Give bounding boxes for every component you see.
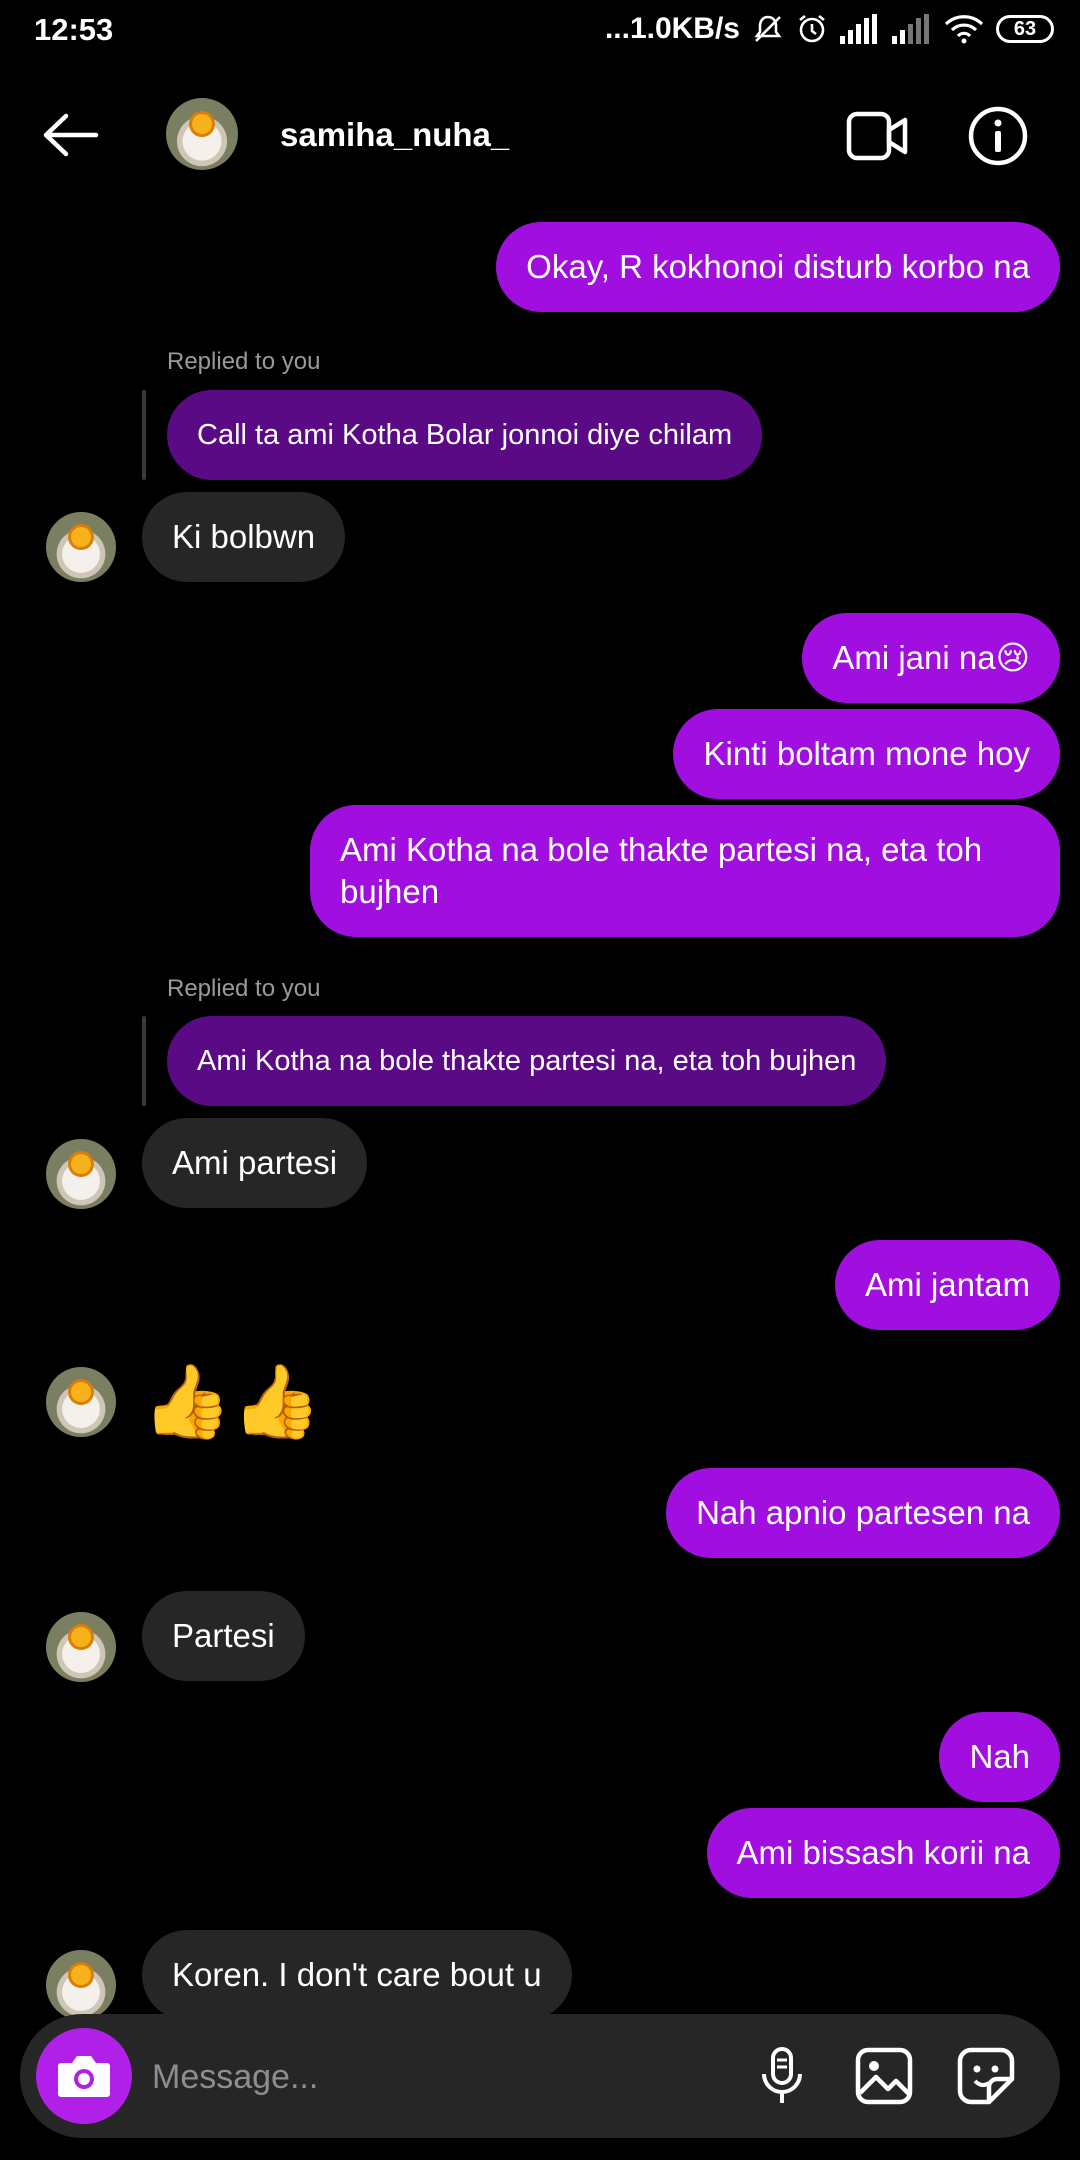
incoming-message[interactable]: Ki bolbwn [142,492,346,582]
outgoing-message[interactable]: Nah [939,1712,1060,1802]
reply-quote-bar [142,390,146,480]
incoming-message[interactable]: Koren. I don't care bout u [142,1930,572,2020]
sender-avatar[interactable] [46,1367,116,1437]
info-button[interactable] [966,104,1030,168]
video-call-button[interactable] [846,108,910,164]
message-line: Ami Kotha na bole thakte partesi na, eta… [340,831,983,868]
status-time: 12:53 [34,12,114,47]
alarm-icon [796,13,828,45]
outgoing-message[interactable]: Ami jani na😢 [802,613,1060,703]
incoming-message[interactable]: Partesi [142,1591,305,1681]
back-arrow-icon [43,113,99,157]
mute-icon [752,13,784,45]
sender-avatar[interactable] [46,512,116,582]
back-button[interactable] [40,110,100,160]
outgoing-message[interactable]: Ami bissash korii na [706,1808,1060,1898]
outgoing-message-multiline[interactable]: Ami Kotha na bole thakte partesi na, eta… [310,805,1060,937]
outgoing-message[interactable]: Ami jantam [834,1240,1060,1330]
message-input[interactable] [150,2044,714,2110]
gallery-button[interactable] [852,2044,916,2108]
replied-label: Replied to you [167,975,321,1002]
microphone-button[interactable] [750,2044,814,2108]
emoji-message[interactable]: 👍👍 [142,1362,321,1442]
message-composer [20,2014,1060,2138]
video-call-icon [846,111,908,161]
reply-quote-bar [142,1016,146,1106]
message-line: bujhen [340,873,440,910]
incoming-message[interactable]: Ami partesi [142,1118,368,1208]
sender-avatar[interactable] [46,1950,116,2020]
info-icon [968,106,1028,166]
outgoing-message[interactable]: Okay, R kokhonoi disturb korbo na [496,222,1060,312]
wifi-icon [944,14,984,44]
camera-button[interactable] [36,2028,132,2124]
signal-icon-2 [892,14,932,44]
outgoing-message[interactable]: Nah apnio partesen na [666,1468,1060,1558]
sticker-icon [957,2047,1015,2105]
gallery-icon [855,2047,913,2105]
network-speed: ...1.0KB/s [604,12,740,45]
outgoing-message[interactable]: Kinti boltam mone hoy [673,709,1060,799]
quoted-reply-message[interactable]: Call ta ami Kotha Bolar jonnoi diye chil… [167,390,763,480]
signal-icon [840,14,880,44]
sender-avatar[interactable] [46,1139,116,1209]
sticker-button[interactable] [954,2044,1018,2108]
profile-avatar[interactable] [166,98,238,170]
microphone-icon [762,2047,802,2103]
battery-icon: 63 [996,15,1054,43]
quoted-reply-message[interactable]: Ami Kotha na bole thakte partesi na, eta… [167,1016,887,1106]
camera-icon [58,2056,110,2097]
replied-label: Replied to you [167,348,321,375]
chat-header: samiha_nuha_ [0,90,1080,180]
sender-avatar[interactable] [46,1612,116,1682]
status-icons: ...1.0KB/s 63 [605,12,1054,46]
chat-username[interactable]: samiha_nuha_ [280,116,509,154]
status-bar: 12:53 ...1.0KB/s 63 [0,0,1080,62]
